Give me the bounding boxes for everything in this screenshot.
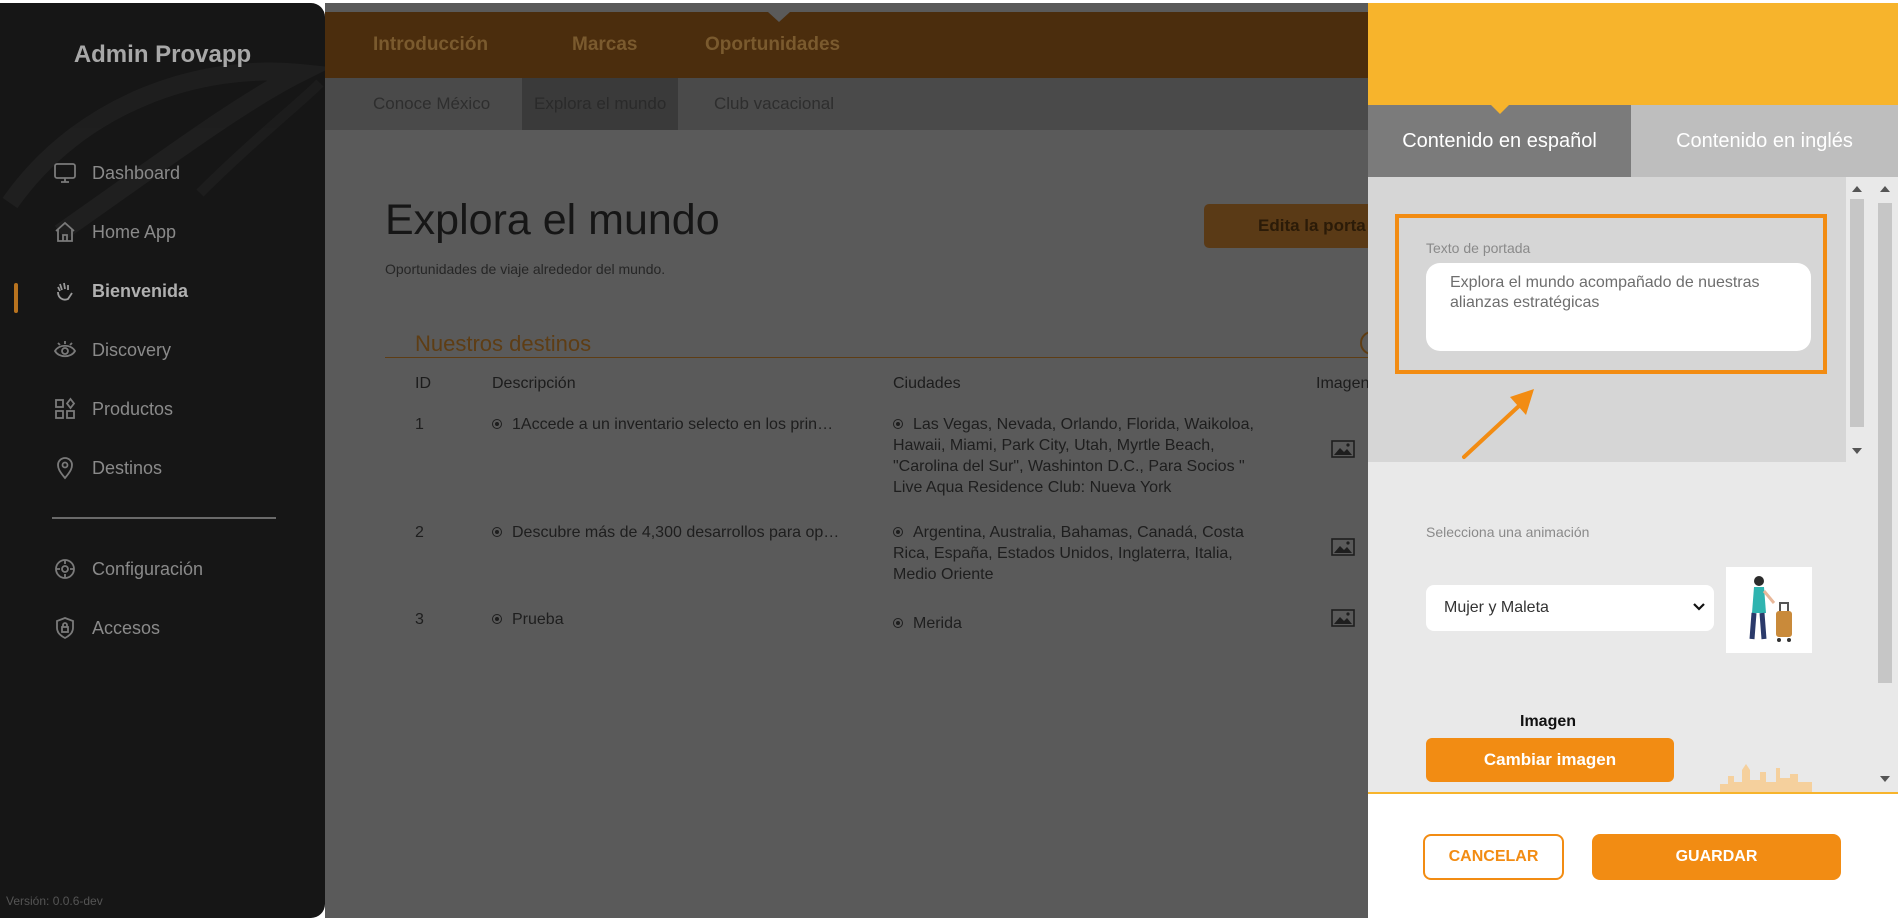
sidebar-item-label: Destinos	[92, 457, 163, 478]
scroll-down-icon[interactable]	[1846, 443, 1868, 459]
section-title: Nuestros destinos	[415, 331, 592, 356]
animation-selected-value: Mujer y Maleta	[1444, 599, 1549, 616]
sub-navigation: Conoce México Explora el mundo Club vaca…	[325, 78, 1368, 130]
column-header-ciudades: Ciudades	[893, 375, 961, 392]
tab-contenido-espanol[interactable]: Contenido en español	[1368, 104, 1631, 177]
column-header-imagen: Imagen	[1316, 375, 1368, 392]
change-image-button[interactable]: Cambiar imagen	[1426, 738, 1674, 782]
cover-text-input[interactable]: Explora el mundo acompañado de nuestras …	[1426, 263, 1811, 351]
wave-hand-icon	[52, 278, 78, 304]
outer-scrollbar[interactable]	[1874, 181, 1896, 787]
radio-icon[interactable]	[492, 527, 502, 537]
monitor-icon	[52, 160, 78, 186]
sidebar: Admin Provapp Dashboard Home App Bienven…	[0, 3, 325, 918]
chevron-down-icon	[1692, 585, 1706, 631]
grid-icon	[52, 396, 78, 422]
eye-icon	[52, 337, 78, 363]
row-2-id: 2	[415, 524, 424, 541]
panel-scroll-area: Texto de portada Explora el mundo acompa…	[1368, 177, 1898, 792]
radio-icon[interactable]	[893, 527, 903, 537]
row-1-cities: Las Vegas, Nevada, Orlando, Florida, Wai…	[893, 416, 1254, 496]
row-2-description: Descubre más de 4,300 desarrollos para o…	[492, 522, 839, 543]
column-header-id: ID	[415, 375, 431, 392]
sidebar-item-configuracion[interactable]: Configuración	[52, 553, 203, 585]
tab-oportunidades[interactable]: Oportunidades	[705, 34, 840, 56]
inner-scrollbar[interactable]	[1846, 181, 1868, 459]
scroll-down-icon[interactable]	[1874, 771, 1896, 787]
animation-select[interactable]: Mujer y Maleta	[1426, 585, 1714, 631]
save-button[interactable]: GUARDAR	[1592, 834, 1841, 880]
tab-marcas[interactable]: Marcas	[572, 34, 638, 56]
row-1-id: 1	[415, 416, 424, 433]
sidebar-item-productos[interactable]: Productos	[52, 393, 173, 425]
skyline-preview-image	[1720, 764, 1812, 792]
footer-divider	[1368, 792, 1898, 794]
active-indicator	[14, 283, 18, 313]
cover-text-section: Texto de portada Explora el mundo acompa…	[1368, 177, 1846, 462]
edit-cover-panel: Contenido en español Contenido en inglés…	[1368, 3, 1898, 918]
home-icon	[52, 219, 78, 245]
add-destination-icon[interactable]	[1360, 331, 1368, 355]
radio-icon[interactable]	[492, 614, 502, 624]
background-swirl-graphic	[2, 62, 325, 241]
section-divider	[385, 357, 1368, 358]
main-content: Introducción Marcas Oportunidades Conoce…	[325, 3, 1368, 918]
sidebar-item-discovery[interactable]: Discovery	[52, 334, 171, 366]
language-tabs: Contenido en español Contenido en inglés	[1368, 104, 1898, 177]
sidebar-item-label: Home App	[92, 221, 177, 242]
pointer-arrow-icon	[1462, 389, 1534, 459]
sidebar-item-label: Discovery	[92, 339, 172, 360]
row-3-description: Prueba	[492, 609, 564, 630]
sidebar-item-home-app[interactable]: Home App	[52, 216, 176, 248]
image-icon[interactable]	[1331, 538, 1355, 556]
sidebar-item-dashboard[interactable]: Dashboard	[52, 157, 180, 189]
row-3-cities: Merida	[893, 613, 962, 634]
image-label: Imagen	[1520, 713, 1577, 730]
sidebar-item-label: Productos	[92, 398, 174, 419]
page-title: Explora el mundo	[385, 196, 720, 244]
top-navigation: Introducción Marcas Oportunidades	[325, 12, 1368, 78]
subtab-conoce-mexico[interactable]: Conoce México	[361, 78, 502, 130]
cancel-button[interactable]: CANCELAR	[1423, 834, 1564, 880]
sidebar-item-label: Bienvenida	[92, 280, 189, 301]
shield-lock-icon	[52, 615, 78, 641]
sidebar-item-destinos[interactable]: Destinos	[52, 452, 162, 484]
panel-header	[1368, 3, 1898, 105]
scroll-up-icon[interactable]	[1846, 181, 1868, 197]
sidebar-item-accesos[interactable]: Accesos	[52, 612, 160, 644]
scroll-up-icon[interactable]	[1874, 181, 1896, 197]
page-subtitle: Oportunidades de viaje alrededor del mun…	[385, 261, 666, 277]
animation-preview-image	[1726, 567, 1812, 653]
tab-contenido-ingles[interactable]: Contenido en inglés	[1631, 105, 1898, 177]
column-header-descripcion: Descripción	[492, 375, 576, 392]
image-icon[interactable]	[1331, 609, 1355, 627]
sidebar-item-bienvenida[interactable]: Bienvenida	[52, 275, 188, 307]
app-brand: Admin Provapp	[73, 41, 252, 68]
subtab-club-vacacional[interactable]: Club vacacional	[702, 78, 846, 130]
edit-cover-button[interactable]: Edita la porta	[1204, 204, 1368, 248]
radio-icon[interactable]	[492, 419, 502, 429]
radio-icon[interactable]	[893, 618, 903, 628]
image-icon[interactable]	[1331, 440, 1355, 458]
gear-icon	[52, 556, 78, 582]
row-2-cities: Argentina, Australia, Bahamas, Canadá, C…	[893, 524, 1244, 583]
animation-label: Selecciona una animación	[1426, 524, 1590, 540]
sidebar-item-label: Accesos	[92, 617, 161, 638]
sidebar-item-label: Configuración	[92, 558, 204, 579]
tab-introduccion[interactable]: Introducción	[373, 34, 488, 56]
version-label: Versión: 0.0.6-dev	[6, 894, 103, 908]
active-tab-caret	[768, 12, 790, 22]
row-1-description: 1Accede a un inventario selecto en los p…	[492, 414, 833, 435]
radio-icon[interactable]	[893, 419, 903, 429]
cover-text-label: Texto de portada	[1426, 240, 1531, 256]
row-3-id: 3	[415, 611, 424, 628]
map-pin-icon	[52, 455, 78, 481]
sidebar-item-label: Dashboard	[92, 162, 181, 183]
scroll-thumb[interactable]	[1850, 199, 1864, 427]
subtab-explora-el-mundo[interactable]: Explora el mundo	[522, 78, 679, 130]
sidebar-divider	[52, 517, 276, 519]
scroll-thumb[interactable]	[1878, 203, 1892, 683]
